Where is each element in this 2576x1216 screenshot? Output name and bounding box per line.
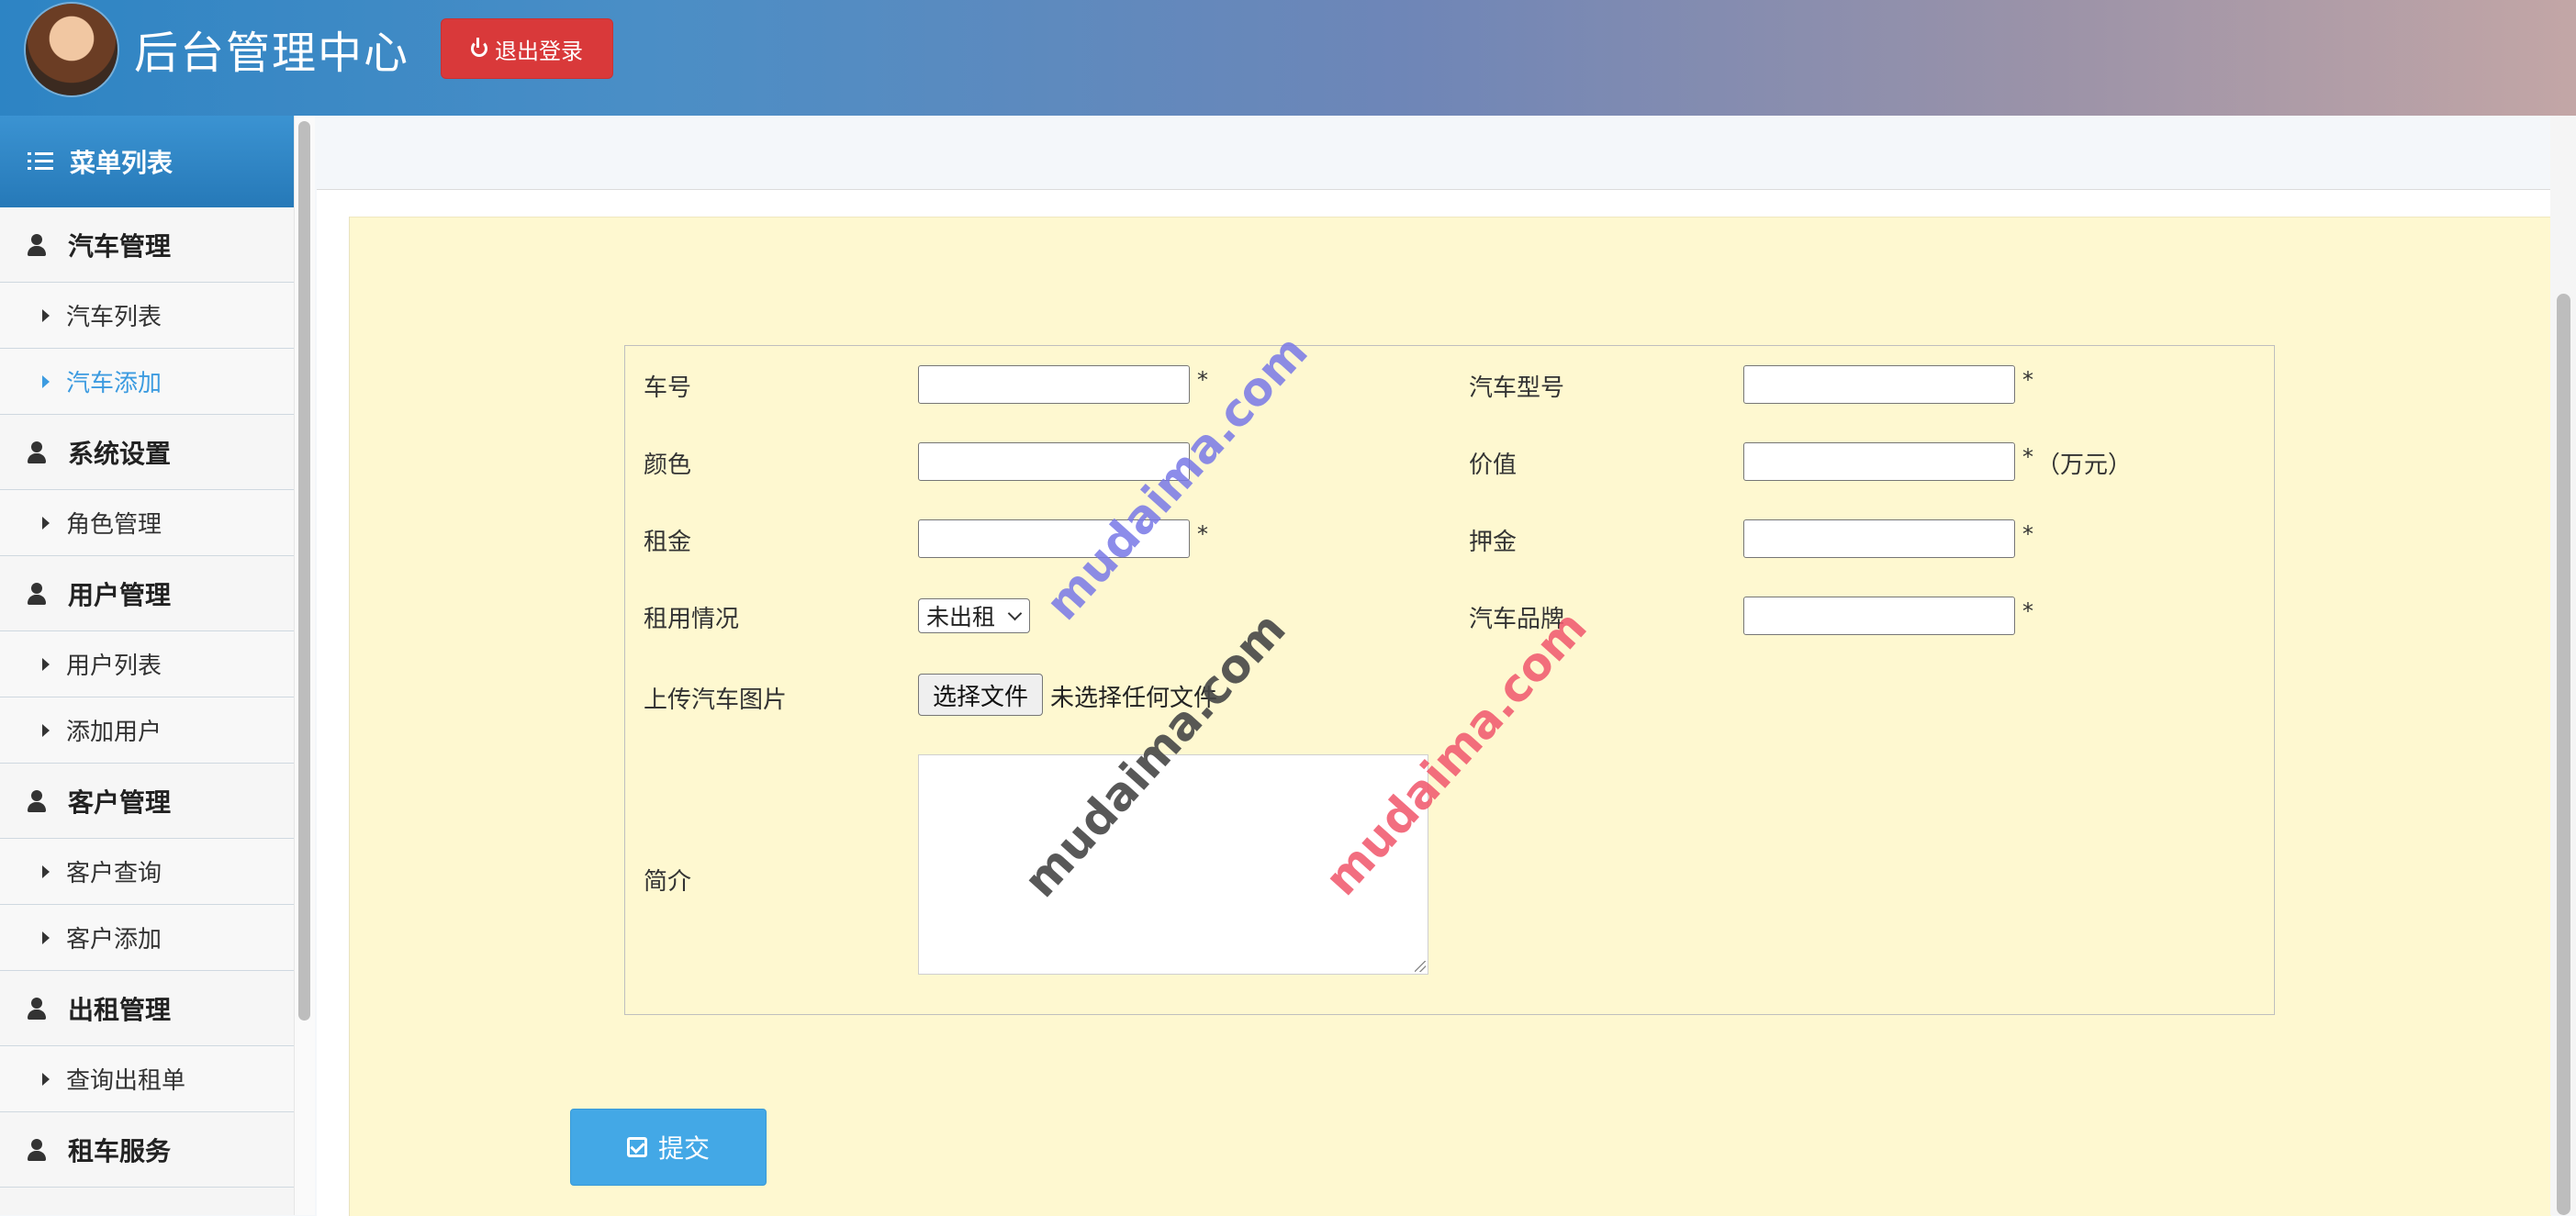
user-icon xyxy=(28,997,46,1020)
caret-right-icon xyxy=(42,374,50,388)
caret-right-icon xyxy=(42,865,50,878)
status-select[interactable]: 未出租 xyxy=(918,598,1030,633)
logout-button[interactable]: 退出登录 xyxy=(441,18,613,79)
top-header: 后台管理中心 退出登录 xyxy=(0,0,2576,116)
deposit-label: 押金 xyxy=(1469,529,1518,556)
sidebar-group-label: 租车服务 xyxy=(68,1135,172,1166)
caret-right-icon xyxy=(42,931,50,944)
sidebar-item-label: 用户列表 xyxy=(66,653,162,680)
sidebar-scrollbar-thumb[interactable] xyxy=(298,121,310,1021)
user-icon xyxy=(28,233,46,256)
sidebar-item-label: 查询出租单 xyxy=(66,1067,186,1095)
price-unit: （万元） xyxy=(2036,452,2133,479)
sidebar-item-label: 添加用户 xyxy=(66,719,162,746)
sidebar-item-add-user[interactable]: 添加用户 xyxy=(0,697,294,764)
sidebar-item-roles[interactable]: 角色管理 xyxy=(0,490,294,556)
model-input[interactable] xyxy=(1743,365,2015,404)
caret-right-icon xyxy=(42,657,50,671)
sidebar-item-label: 客户添加 xyxy=(66,926,162,954)
deposit-input[interactable] xyxy=(1743,519,2015,558)
sidebar-group-label: 汽车管理 xyxy=(68,230,172,262)
required-mark: * xyxy=(1197,521,1208,547)
brand-input[interactable] xyxy=(1743,597,2015,635)
sidebar-item-label: 汽车列表 xyxy=(66,304,162,331)
user-icon xyxy=(28,582,46,605)
sidebar-item-user-list[interactable]: 用户列表 xyxy=(0,631,294,697)
required-mark: * xyxy=(2022,367,2033,393)
required-mark: * xyxy=(2022,598,2033,624)
user-icon xyxy=(28,441,46,463)
sidebar-group-label: 客户管理 xyxy=(68,786,172,818)
brand-label: 汽车品牌 xyxy=(1469,606,1565,633)
color-input[interactable] xyxy=(918,442,1190,481)
sidebar-item-rental-query[interactable]: 查询出租单 xyxy=(0,1046,294,1112)
file-status-text: 未选择任何文件 xyxy=(1050,685,1218,712)
sidebar-group-users[interactable]: 用户管理 xyxy=(0,556,294,631)
sidebar: 菜单列表 汽车管理 汽车列表 汽车添加 系统设置 角色管理 用户管理 用户列表 … xyxy=(0,116,295,1215)
image-label: 上传汽车图片 xyxy=(644,686,788,714)
sidebar-item-customer-query[interactable]: 客户查询 xyxy=(0,839,294,905)
choose-file-button[interactable]: 选择文件 xyxy=(918,674,1043,716)
car-no-input[interactable] xyxy=(918,365,1190,404)
app-title: 后台管理中心 xyxy=(134,28,410,79)
content-top-strip xyxy=(317,116,2550,189)
list-icon xyxy=(28,152,53,171)
avatar xyxy=(26,4,118,95)
sidebar-group-rent-service[interactable]: 租车服务 xyxy=(0,1112,294,1188)
power-icon xyxy=(471,38,487,57)
sidebar-item-customer-add[interactable]: 客户添加 xyxy=(0,905,294,971)
caret-right-icon xyxy=(42,308,50,322)
user-icon xyxy=(28,1138,46,1161)
caret-right-icon xyxy=(42,723,50,737)
sidebar-item-label: 汽车添加 xyxy=(66,370,162,397)
intro-label: 简介 xyxy=(644,868,692,896)
sidebar-item-car-list[interactable]: 汽车列表 xyxy=(0,283,294,349)
caret-right-icon xyxy=(42,516,50,530)
user-icon xyxy=(28,789,46,812)
sidebar-item-label: 客户查询 xyxy=(66,860,162,887)
model-label: 汽车型号 xyxy=(1469,374,1565,402)
price-label: 价值 xyxy=(1469,452,1518,479)
required-mark: * xyxy=(2022,444,2033,470)
sidebar-group-label: 出租管理 xyxy=(68,994,172,1025)
sidebar-title: 菜单列表 xyxy=(70,148,174,178)
sidebar-item-label: 角色管理 xyxy=(66,511,162,539)
submit-button[interactable]: 提交 xyxy=(570,1109,767,1186)
required-mark: * xyxy=(2022,521,2033,547)
sidebar-group-label: 系统设置 xyxy=(68,438,172,469)
main-scrollbar-thumb[interactable] xyxy=(2557,294,2570,1215)
check-square-icon xyxy=(626,1137,647,1157)
sidebar-group-rental[interactable]: 出租管理 xyxy=(0,971,294,1046)
intro-textarea[interactable] xyxy=(918,754,1428,975)
sidebar-group-settings[interactable]: 系统设置 xyxy=(0,415,294,490)
sidebar-item-car-add[interactable]: 汽车添加 xyxy=(0,349,294,415)
rent-label: 租金 xyxy=(644,529,692,556)
color-label: 颜色 xyxy=(644,452,692,479)
submit-button-label: 提交 xyxy=(657,1133,710,1164)
sidebar-group-customers[interactable]: 客户管理 xyxy=(0,764,294,839)
status-select-value: 未出租 xyxy=(926,604,996,630)
status-label: 租用情况 xyxy=(644,606,740,633)
required-mark: * xyxy=(1197,367,1208,393)
price-input[interactable] xyxy=(1743,442,2015,481)
chevron-down-icon xyxy=(1007,606,1023,621)
rent-input[interactable] xyxy=(918,519,1190,558)
sidebar-group-label: 用户管理 xyxy=(68,579,172,610)
logout-button-label: 退出登录 xyxy=(495,38,583,64)
caret-right-icon xyxy=(42,1072,50,1086)
sidebar-header: 菜单列表 xyxy=(0,116,294,207)
car-no-label: 车号 xyxy=(644,374,692,402)
resize-handle-icon[interactable] xyxy=(1415,961,1426,972)
sidebar-group-car[interactable]: 汽车管理 xyxy=(0,207,294,283)
